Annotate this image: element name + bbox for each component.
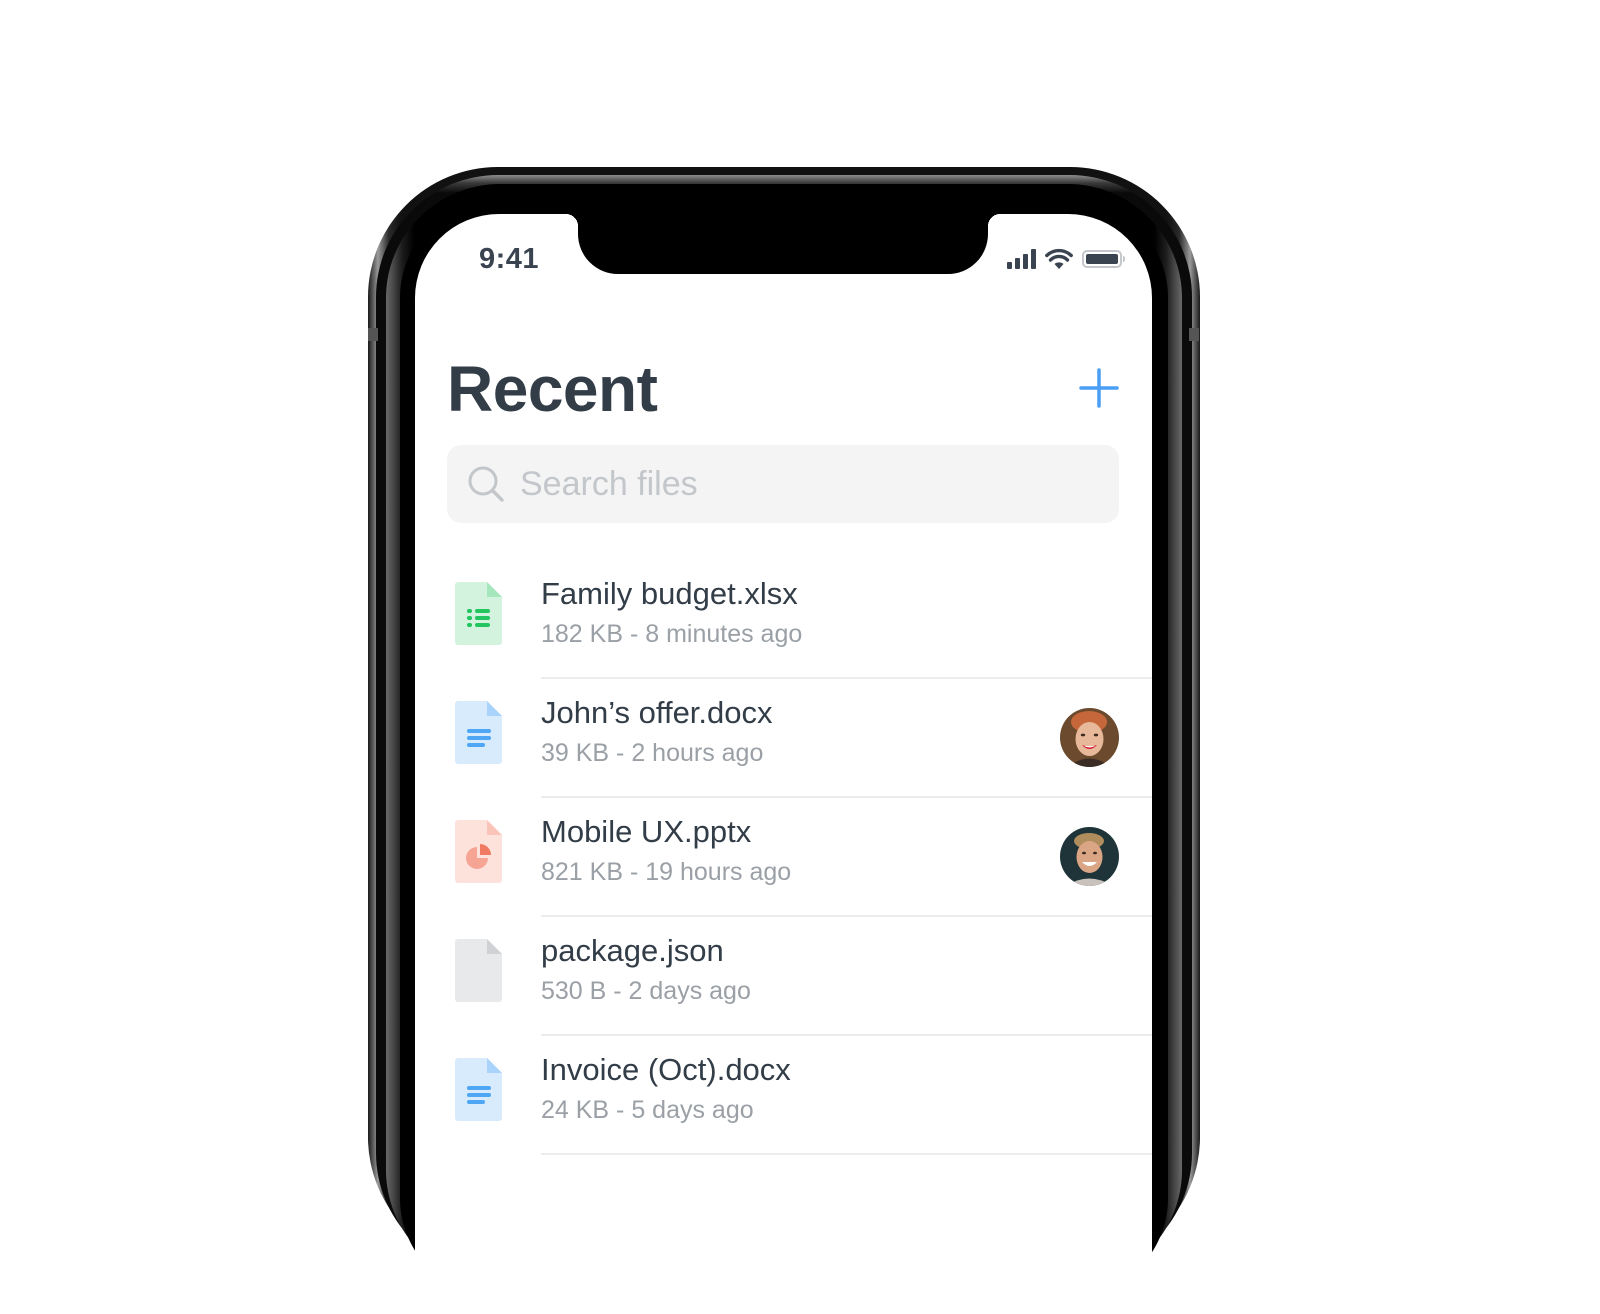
search-bar[interactable] [447,445,1119,523]
file-name: Mobile UX.pptx [541,814,752,849]
signal-icon [1007,249,1036,269]
add-file-button[interactable] [1079,368,1119,408]
file-meta: 39 KB - 2 hours ago [541,739,764,767]
avatar-woman[interactable] [1060,708,1119,767]
file-meta: 530 B - 2 days ago [541,977,751,1005]
file-row-family-budget[interactable]: Family budget.xlsx 182 KB - 8 minutes ag… [415,560,1152,679]
plus-icon [1079,368,1119,408]
file-row-package-json[interactable]: package.json 530 B - 2 days ago [415,917,1152,1036]
presentation-file-icon [455,820,502,883]
file-list: Family budget.xlsx 182 KB - 8 minutes ag… [415,560,1152,1155]
file-name: Family budget.xlsx [541,576,798,611]
file-row-johns-offer[interactable]: John’s offer.docx 39 KB - 2 hours ago [415,679,1152,798]
spreadsheet-file-icon [455,582,502,645]
file-name: John’s offer.docx [541,695,773,730]
side-button-left [368,328,378,341]
page-title: Recent [447,353,658,425]
battery-icon [1082,250,1125,268]
file-meta: 182 KB - 8 minutes ago [541,620,803,648]
wifi-icon [1045,248,1073,269]
document-file-icon [455,1058,502,1121]
search-icon [468,466,504,502]
file-name: Invoice (Oct).docx [541,1052,791,1087]
avatar-man[interactable] [1060,827,1119,886]
search-input[interactable] [518,463,1082,505]
file-name: package.json [541,933,724,968]
status-icons [1007,248,1125,270]
file-meta: 24 KB - 5 days ago [541,1096,754,1124]
generic-file-icon [455,939,502,1002]
row-divider [541,1153,1152,1155]
document-file-icon [455,701,502,764]
file-row-mobile-ux[interactable]: Mobile UX.pptx 821 KB - 19 hours ago [415,798,1152,917]
status-time: 9:41 [479,243,540,275]
file-row-invoice-oct[interactable]: Invoice (Oct).docx 24 KB - 5 days ago [415,1036,1152,1155]
notch [566,214,1000,274]
side-button-right [1189,328,1199,341]
phone-screen: 9:41 Recent Search files Family budget.x… [415,214,1152,1314]
file-meta: 821 KB - 19 hours ago [541,858,792,886]
